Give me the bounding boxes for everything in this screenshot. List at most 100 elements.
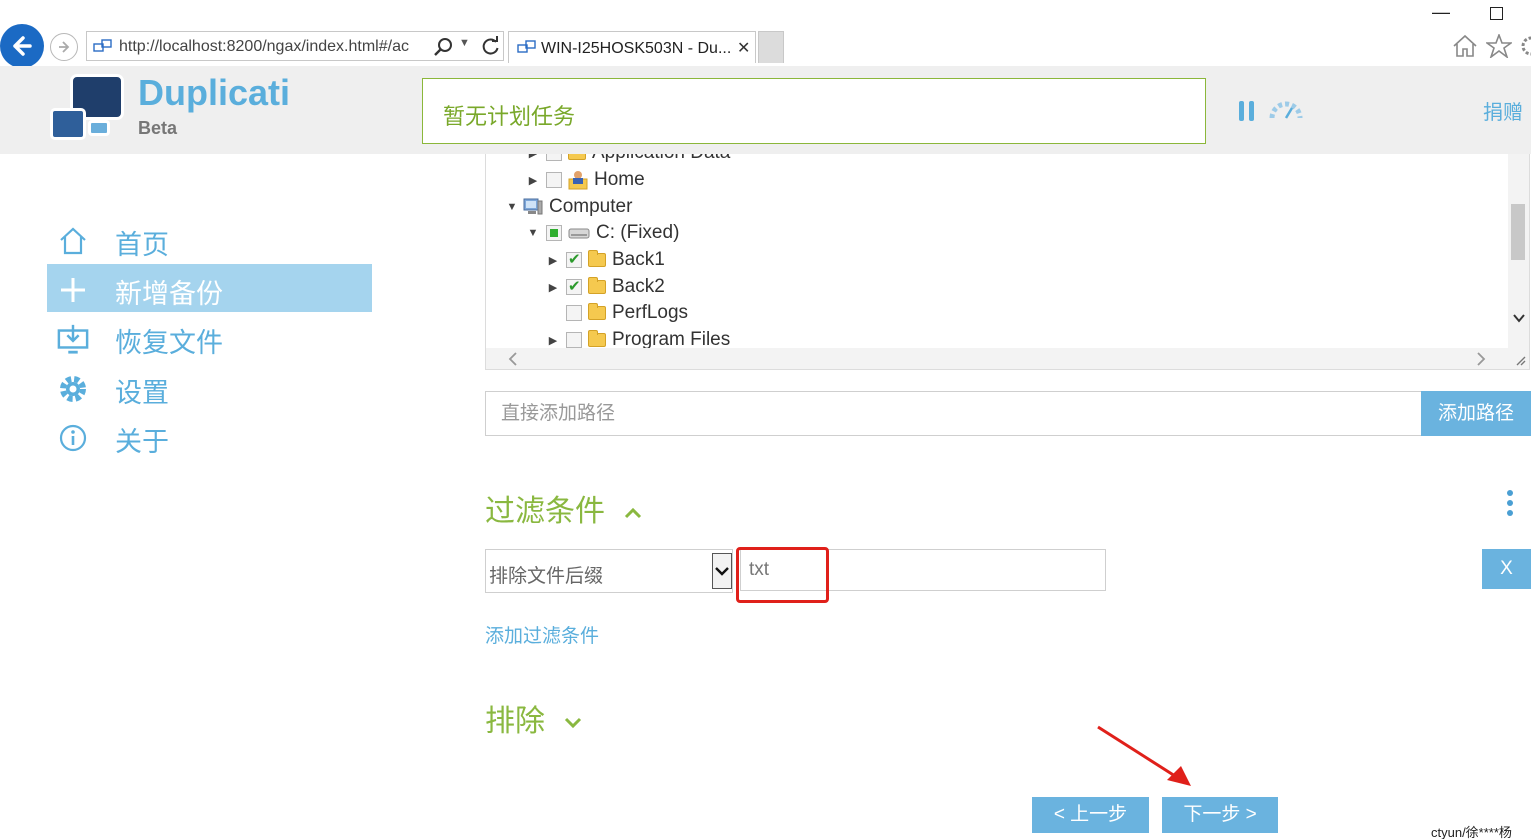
search-icon[interactable] — [433, 37, 453, 57]
tab-title: WIN-I25HOSK503N - Du... — [541, 40, 732, 57]
scroll-left-icon[interactable] — [508, 352, 518, 366]
scroll-down-icon[interactable] — [1512, 312, 1526, 324]
filters-title: 过滤条件 — [485, 495, 605, 528]
tab-close-icon[interactable]: ✕ — [737, 38, 750, 58]
duplicati-logo[interactable] — [48, 74, 128, 144]
drive-icon — [568, 228, 590, 239]
source-folder-tree[interactable]: ▶ Application Data ▶ Home ▼ Computer ▼ C… — [485, 154, 1530, 370]
folder-icon — [568, 154, 586, 160]
sidebar-item-home[interactable]: 首页 — [47, 215, 372, 263]
sidebar-item-label: 恢复文件 — [115, 328, 223, 358]
favorites-star-icon[interactable] — [1486, 34, 1512, 58]
tree-checkbox[interactable] — [566, 305, 582, 321]
exclude-title: 排除 — [485, 705, 545, 738]
watermark-text: ctyun/徐****杨 — [1431, 825, 1512, 839]
exclude-section-header[interactable]: 排除 — [485, 696, 583, 740]
chevron-down-icon[interactable] — [712, 553, 732, 589]
next-step-button[interactable]: 下一步 > — [1162, 797, 1278, 833]
tree-node-label[interactable]: Home — [594, 169, 645, 191]
tree-checkbox[interactable] — [566, 250, 582, 268]
tree-node-back1[interactable]: ▶ Back1 — [546, 247, 665, 273]
tree-checkbox[interactable] — [566, 332, 582, 348]
chevron-down-icon[interactable] — [563, 716, 583, 730]
scrollbar-thumb[interactable] — [1511, 204, 1525, 260]
filter-type-select[interactable]: 排除文件后缀 — [485, 549, 733, 593]
sidebar-item-settings[interactable]: 设置 — [47, 363, 372, 411]
tree-node-application-data[interactable]: ▶ Application Data — [526, 154, 730, 166]
url-text[interactable]: http://localhost:8200/ngax/index.html#/a… — [119, 38, 427, 56]
expand-arrow-icon[interactable]: ▶ — [546, 281, 560, 294]
tree-node-back2[interactable]: ▶ Back2 — [546, 274, 665, 300]
minimize-icon[interactable]: — — [1432, 2, 1450, 23]
brand-name[interactable]: Duplicati — [138, 72, 290, 114]
arrow-left-icon — [13, 36, 32, 56]
collapse-arrow-icon[interactable]: ▼ — [526, 227, 540, 239]
direct-path-input[interactable] — [485, 391, 1422, 436]
back-button[interactable] — [0, 24, 44, 68]
previous-step-button[interactable]: < 上一步 — [1032, 797, 1149, 833]
expand-arrow-icon[interactable]: ▶ — [546, 334, 560, 347]
sidebar-item-about[interactable]: 关于 — [47, 412, 372, 460]
remove-filter-button[interactable]: X — [1482, 549, 1531, 589]
tools-gear-icon[interactable] — [1518, 34, 1531, 58]
tree-node-computer[interactable]: ▼ Computer — [505, 194, 633, 220]
sidebar-item-add-backup[interactable]: 新增备份 — [47, 264, 372, 312]
tree-node-label[interactable]: Back1 — [612, 249, 665, 271]
tree-horizontal-scrollbar[interactable] — [486, 348, 1529, 369]
expand-arrow-icon[interactable]: ▶ — [546, 254, 560, 267]
more-options-icon[interactable] — [1507, 490, 1515, 520]
sidebar-item-label: 新增备份 — [115, 279, 223, 309]
tree-vertical-scrollbar[interactable] — [1508, 154, 1529, 348]
tree-node-c-drive[interactable]: ▼ C: (Fixed) — [526, 220, 680, 246]
tree-node-label[interactable]: C: (Fixed) — [596, 222, 679, 244]
sidebar-item-restore[interactable]: 恢复文件 — [47, 313, 372, 361]
dropdown-arrow-icon[interactable]: ▼ — [459, 37, 470, 49]
home-icon — [57, 225, 89, 257]
page-icon — [517, 40, 536, 53]
tree-node-label[interactable]: Application Data — [592, 154, 730, 164]
locked-folder-icon — [588, 303, 606, 320]
scroll-right-icon[interactable] — [1476, 352, 1486, 366]
tree-checkbox[interactable] — [546, 154, 562, 161]
brand-subtitle: Beta — [138, 118, 178, 138]
add-filter-link[interactable]: 添加过滤条件 — [485, 621, 599, 648]
tree-node-label[interactable]: Computer — [549, 196, 632, 218]
filter-value-input[interactable] — [740, 549, 1106, 591]
sidebar-item-label: 设置 — [115, 378, 169, 408]
maximize-icon[interactable] — [1490, 7, 1503, 20]
collapse-arrow-icon[interactable]: ▼ — [505, 201, 519, 213]
refresh-icon[interactable] — [481, 36, 501, 56]
filters-section-header[interactable]: 过滤条件 — [485, 486, 643, 530]
throttle-speed-icon[interactable] — [1268, 98, 1304, 122]
chevron-up-icon[interactable] — [623, 506, 643, 520]
arrow-right-icon — [59, 41, 70, 53]
folder-icon — [588, 277, 606, 294]
tree-node-perflogs[interactable]: PerfLogs — [546, 300, 688, 326]
home-icon[interactable] — [1452, 34, 1478, 58]
browser-tab[interactable]: WIN-I25HOSK503N - Du... ✕ — [508, 31, 756, 63]
status-panel: 暂无计划任务 — [422, 78, 1206, 144]
donate-link[interactable]: 捐赠 — [1483, 96, 1523, 125]
folder-icon — [588, 250, 606, 267]
user-folder-icon — [568, 171, 588, 190]
computer-icon — [523, 198, 543, 215]
gear-icon — [57, 373, 89, 405]
tree-checkbox[interactable] — [566, 277, 582, 295]
tree-checkbox[interactable] — [546, 225, 562, 241]
plus-icon — [57, 274, 89, 306]
pause-icon[interactable] — [1238, 100, 1256, 122]
tree-node-label[interactable]: PerfLogs — [612, 302, 688, 324]
sidebar-item-label: 首页 — [115, 230, 169, 260]
expand-arrow-icon[interactable]: ▶ — [526, 154, 540, 160]
resize-grip-icon[interactable] — [1516, 356, 1526, 366]
add-path-button[interactable]: 添加路径 — [1421, 391, 1531, 436]
tree-node-home[interactable]: ▶ Home — [526, 167, 645, 193]
restore-icon — [57, 323, 89, 355]
address-bar[interactable]: http://localhost:8200/ngax/index.html#/a… — [86, 31, 504, 61]
new-tab-button[interactable] — [758, 31, 784, 63]
tree-checkbox[interactable] — [546, 172, 562, 188]
forward-button[interactable] — [50, 33, 78, 61]
tree-node-label[interactable]: Back2 — [612, 276, 665, 298]
expand-arrow-icon[interactable]: ▶ — [526, 174, 540, 187]
folder-icon — [588, 330, 606, 347]
